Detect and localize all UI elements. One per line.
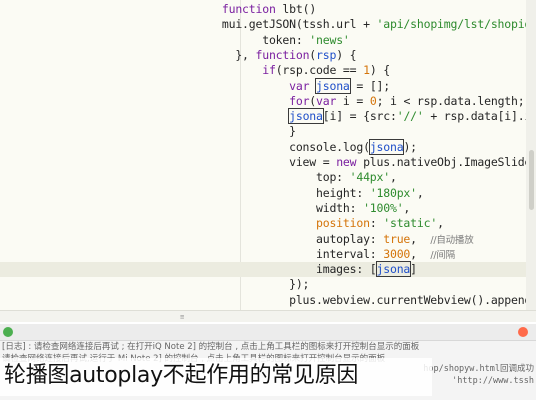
- code-token: function: [221, 2, 276, 16]
- vertical-scrollbar[interactable]: [526, 0, 536, 322]
- code-token: ,: [410, 231, 431, 246]
- code-token: token:: [0, 32, 310, 47]
- code-token: autoplay:: [0, 231, 384, 246]
- code-line[interactable]: position: 'static',: [0, 216, 536, 231]
- code-token: var: [289, 78, 310, 93]
- vertical-scroll-thumb[interactable]: [529, 150, 534, 210]
- code-token: plus.nativeObj.ImageSlider(: [356, 155, 536, 169]
- code-token: true: [383, 231, 411, 246]
- console-log-line: hop/shopyw.html回调成功: [423, 364, 534, 374]
- code-line[interactable]: plus.webview.currentWebview().append(vie…: [0, 293, 536, 308]
- code-line[interactable]: mui.getJSON(tssh.url + 'api/shopimg/lst/…: [0, 17, 536, 32]
- code-line[interactable]: });: [0, 277, 536, 292]
- code-token: plus.webview.currentWebview().append(vie…: [0, 292, 536, 307]
- code-token: 'api/shopimg/lst/shopid/': [376, 17, 536, 32]
- code-token: (rsp.code ==: [275, 63, 364, 78]
- console-log-line: 'http://www.tssh: [452, 376, 534, 386]
- code-token: '44px': [349, 170, 391, 185]
- code-token: //自动播放: [430, 234, 474, 246]
- code-token: top:: [0, 170, 350, 185]
- code-line[interactable]: view = new plus.nativeObj.ImageSlider('t…: [0, 155, 536, 170]
- code-line[interactable]: width: '100%',: [0, 201, 536, 216]
- code-token: = [];: [349, 78, 390, 93]
- code-token: ,: [410, 246, 431, 261]
- code-editor[interactable]: function lbt() mui.getJSON(tssh.url + 'a…: [0, 0, 536, 322]
- code-line[interactable]: for(var i = 0; i < rsp.data.length; i++)…: [0, 94, 536, 109]
- code-token: '//': [396, 109, 424, 124]
- code-token: 0: [369, 93, 377, 108]
- code-token: //间隔: [430, 249, 455, 261]
- code-token: for: [289, 93, 310, 108]
- code-token: var: [316, 93, 337, 108]
- code-token: 'static': [383, 216, 438, 231]
- code-token: 1: [363, 63, 370, 78]
- code-line[interactable]: interval: 3000, //间隔: [0, 247, 536, 262]
- code-token: width:: [0, 200, 364, 215]
- code-token: ,: [389, 170, 397, 185]
- code-line[interactable]: jsona[i] = {src:'//' + rsp.data[i].img +…: [0, 108, 536, 125]
- code-token: console.log(: [0, 139, 370, 154]
- code-token: lbt(: [275, 2, 310, 16]
- code-token: [i] = {src:: [322, 109, 397, 124]
- code-token: '100%': [363, 200, 404, 215]
- code-line[interactable]: height: '180px',: [0, 186, 536, 201]
- code-token: height:: [0, 185, 370, 200]
- code-token: i =: [336, 93, 370, 108]
- highlighted-identifier: jsona: [315, 77, 351, 94]
- code-token: 'news': [309, 32, 350, 47]
- code-token: view =: [0, 155, 337, 169]
- code-token: rsp: [316, 47, 337, 62]
- code-token: ,: [437, 216, 444, 231]
- code-token: images: [: [0, 262, 377, 277]
- article-caption: 轮播图autoplay不起作用的常见原因: [4, 363, 359, 388]
- code-line[interactable]: console.log(jsona);: [0, 138, 536, 155]
- code-line[interactable]: autoplay: true, //自动播放: [0, 232, 536, 247]
- console-log-line: [日志] : 请检查网络连接后再试 ; 在打开iQ Note 2] 的控制台 ,…: [2, 342, 420, 352]
- code-line[interactable]: var jsona = [];: [0, 77, 536, 94]
- code-token: '180px': [369, 185, 417, 200]
- code-token: }: [0, 124, 296, 139]
- code-token: + rsp.data[i].img +: [430, 109, 536, 124]
- code-token: if: [262, 63, 276, 78]
- code-line[interactable]: images: [jsona]: [0, 261, 536, 278]
- code-token: ): [309, 2, 317, 16]
- code-line[interactable]: if(rsp.code == 1) {: [0, 63, 536, 78]
- code-token: new: [336, 155, 357, 169]
- code-line[interactable]: function lbt(): [0, 2, 536, 17]
- code-line[interactable]: }: [0, 124, 536, 139]
- code-token: });: [0, 277, 310, 292]
- highlighted-identifier: jsona: [375, 261, 412, 278]
- run-status-icon[interactable]: [3, 327, 13, 337]
- code-token: 3000: [383, 246, 411, 261]
- scroll-grip-icon[interactable]: ≡: [180, 314, 190, 321]
- code-line[interactable]: top: '44px',: [0, 170, 536, 185]
- highlighted-identifier: jsona: [288, 108, 324, 125]
- code-token: function: [255, 47, 310, 62]
- code-token: );: [403, 139, 417, 154]
- highlighted-identifier: jsona: [368, 138, 405, 155]
- code-token: ; i < rsp.data.length; i++) {: [376, 93, 536, 108]
- clear-console-icon[interactable]: [518, 327, 528, 337]
- code-token: ) {: [369, 63, 391, 78]
- code-line[interactable]: }, function(rsp) {: [0, 48, 536, 63]
- code-token: :: [369, 216, 384, 231]
- code-token: position: [316, 216, 370, 231]
- code-token: interval:: [0, 246, 384, 261]
- console-toolbar: [0, 324, 536, 341]
- horizontal-scrollbar[interactable]: ≡: [0, 310, 536, 322]
- code-token: mui.getJSON(tssh.url +: [0, 17, 377, 32]
- code-token: },: [0, 47, 256, 62]
- code-line[interactable]: token: 'news': [0, 33, 536, 48]
- code-token: ) {: [336, 47, 357, 62]
- code-token: ,: [403, 200, 411, 215]
- code-token: ,: [416, 185, 424, 200]
- code-token: ]: [410, 262, 417, 277]
